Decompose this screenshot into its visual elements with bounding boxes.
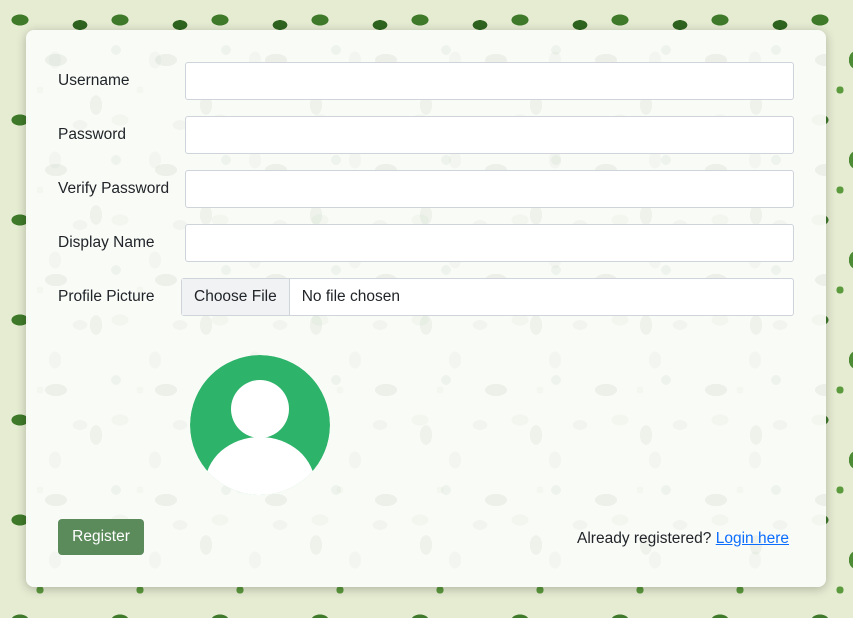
username-row: Username [58,62,794,100]
already-registered-text: Already registered? [577,530,716,547]
register-button[interactable]: Register [58,519,144,555]
user-avatar-icon [190,355,330,495]
profile-picture-file-input[interactable]: Choose File No file chosen [181,278,794,316]
page-background: { "form": { "username_label": "Username"… [0,0,853,618]
password-row: Password [58,116,794,154]
register-card: Username Password Verify Password Displa… [26,30,826,587]
username-label: Username [58,72,130,89]
display-name-row: Display Name [58,224,794,262]
login-prompt: Already registered? Login here [577,530,789,548]
verify-password-label: Verify Password [58,180,170,197]
verify-password-row: Verify Password [58,170,794,208]
profile-picture-label: Profile Picture [58,288,155,305]
login-link[interactable]: Login here [716,530,789,547]
password-label: Password [58,126,127,143]
file-status-text: No file chosen [301,288,400,305]
choose-file-button[interactable]: Choose File [182,279,290,315]
profile-picture-row: Profile Picture Choose File No file chos… [58,278,826,316]
username-input[interactable] [185,62,794,100]
password-input[interactable] [185,116,794,154]
display-name-label: Display Name [58,234,155,251]
display-name-input[interactable] [185,224,794,262]
verify-password-input[interactable] [185,170,794,208]
profile-avatar [190,355,330,495]
